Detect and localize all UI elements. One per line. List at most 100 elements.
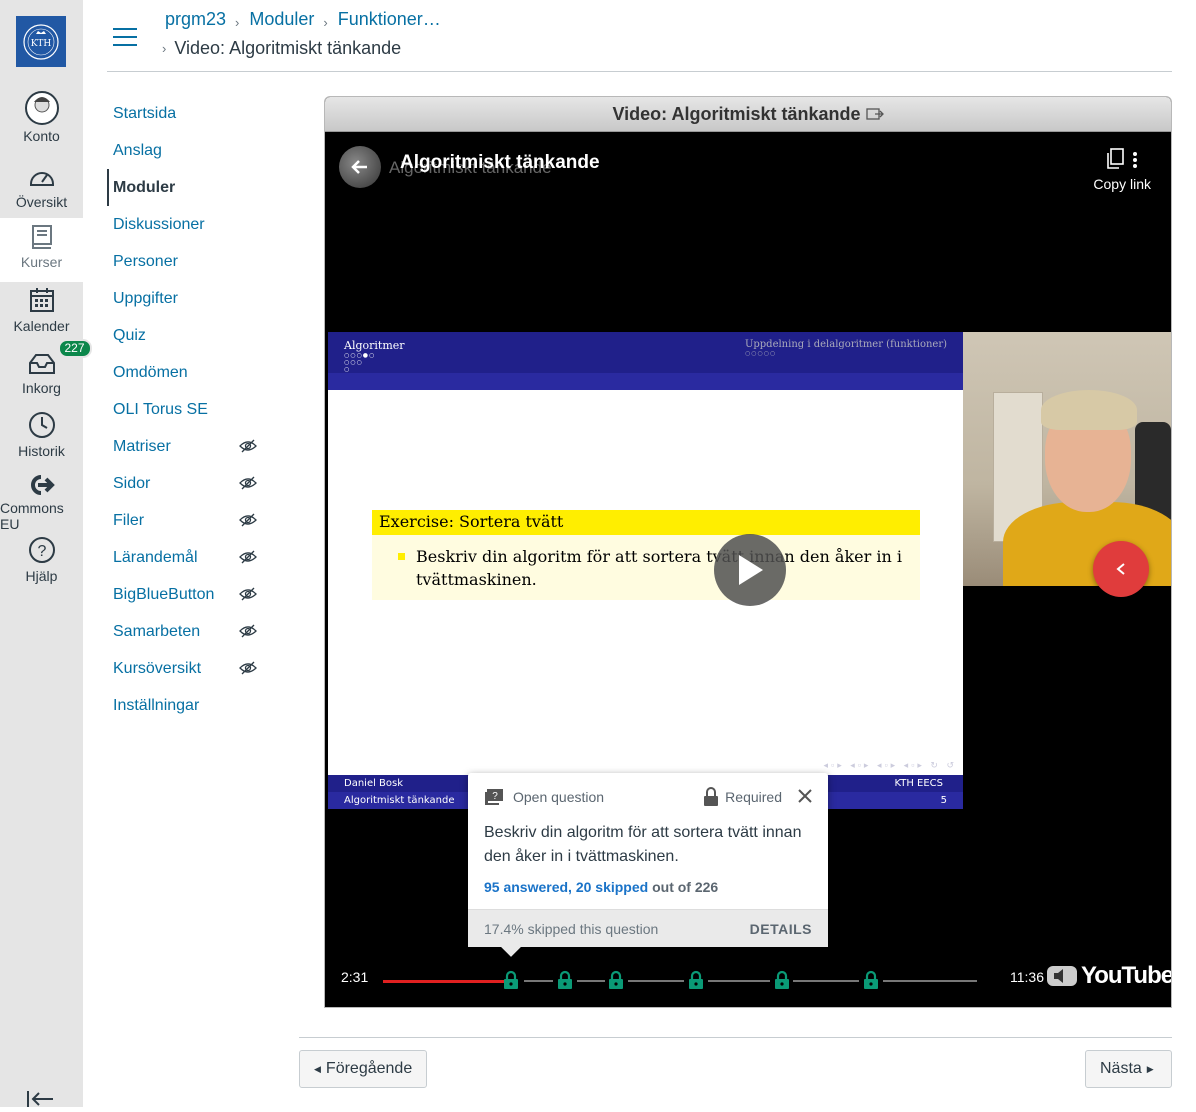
answered-link[interactable]: 95 answered, 20 skipped [484, 879, 648, 895]
course-nav-item[interactable]: OLI Torus SE [107, 391, 267, 428]
breadcrumb-course[interactable]: prgm23 [165, 9, 226, 30]
player-controls: 2:31 11:36 YouTube [325, 962, 1171, 998]
nav-history[interactable]: Historik [0, 409, 83, 469]
hidden-eye-icon [239, 476, 257, 490]
copy-link-label: Copy link [1093, 176, 1151, 192]
course-nav-label: Kursöversikt [113, 659, 202, 677]
breadcrumb-section[interactable]: Funktioner… [338, 9, 441, 30]
course-nav-label: Startsida [113, 104, 177, 122]
progress-played [383, 979, 510, 983]
slide-title: Algoritmiskt tänkande [344, 795, 455, 806]
course-nav-item[interactable]: Quiz [107, 317, 267, 354]
course-menu-toggle[interactable] [113, 28, 137, 46]
svg-text:KTH: KTH [31, 39, 52, 49]
course-nav-label: Quiz [113, 326, 146, 344]
course-nav-label: Moduler [113, 178, 176, 196]
course-nav-item[interactable]: Diskussioner [107, 206, 267, 243]
back-arrow-icon[interactable] [339, 146, 381, 188]
nav-calendar[interactable]: Kalender [0, 284, 83, 344]
nav-commons[interactable]: Commons EU [0, 472, 83, 532]
course-nav-item[interactable]: BigBlueButton [107, 576, 267, 613]
question-lock-icon[interactable] [687, 970, 705, 990]
close-icon[interactable] [798, 786, 812, 809]
course-nav-label: OLI Torus SE [113, 400, 208, 418]
commons-icon [24, 472, 60, 498]
course-nav-item[interactable]: Matriser [107, 428, 267, 465]
progress-segment [707, 980, 770, 982]
course-nav-item[interactable]: Personer [107, 243, 267, 280]
duration: 11:36 [1010, 969, 1044, 985]
question-icon: ? [485, 789, 503, 805]
beamer-nav-icons: ◂▫▸ ◂▫▸ ◂▫▸ ◂▫▸ ↻ ↺ [823, 760, 957, 770]
course-nav: Startsida Anslag Moduler Diskussioner Person… [107, 95, 267, 724]
question-lock-icon[interactable] [773, 970, 791, 990]
breadcrumb-modules[interactable]: Moduler [249, 9, 314, 30]
course-nav-item[interactable]: Inställningar [107, 687, 267, 724]
help-icon: ? [24, 534, 60, 566]
skipped-note: 17.4% skipped this question [484, 920, 659, 937]
course-nav-item[interactable]: Lärandemål [107, 539, 267, 576]
play-icon[interactable] [714, 534, 786, 606]
nav-courses[interactable]: Kurser [0, 218, 83, 282]
previous-button[interactable]: ◀ Föregående [299, 1050, 428, 1088]
video-frame-title: Video: Algoritmiskt tänkande [325, 97, 1171, 132]
course-nav-label: Sidor [113, 474, 151, 492]
course-nav-item[interactable]: Filer [107, 502, 267, 539]
question-lock-icon[interactable] [862, 970, 880, 990]
next-button[interactable]: Nästa ▶ [1085, 1050, 1172, 1088]
nav-help[interactable]: ? Hjälp [0, 534, 83, 594]
progress-segment [577, 980, 605, 982]
external-link-icon[interactable] [865, 107, 884, 121]
previous-label: Föregående [325, 1060, 413, 1077]
chevron-right-icon: › [323, 14, 328, 30]
progress-segment [628, 980, 685, 982]
course-nav-item[interactable]: Moduler [107, 169, 267, 206]
course-nav-item[interactable]: Uppgifter [107, 280, 267, 317]
course-nav-label: Lärandemål [113, 548, 198, 566]
svg-text:?: ? [492, 791, 498, 802]
slide-progress-dots: ○○○●○ ○○○ ○ [344, 352, 376, 373]
course-nav-item[interactable]: Sidor [107, 465, 267, 502]
breadcrumb-current: Video: Algoritmiskt tänkande [174, 38, 402, 58]
course-nav-label: Matriser [113, 437, 171, 455]
nav-inbox[interactable]: 227 Inkorg [0, 339, 92, 408]
youtube-wordmark: YouTube [1081, 962, 1172, 989]
progress-bar[interactable] [383, 970, 977, 989]
details-button[interactable]: DETAILS [750, 921, 812, 937]
course-nav-item[interactable]: Anslag [107, 132, 267, 169]
kth-logo[interactable]: KTH [16, 16, 66, 67]
question-popup: ? Open question Required Beskriv din alg… [468, 773, 828, 957]
question-lock-icon[interactable] [556, 970, 574, 990]
course-nav-item[interactable]: Samarbeten [107, 613, 267, 650]
more-vertical-icon[interactable] [1132, 148, 1138, 170]
question-lock-icon[interactable] [607, 970, 625, 990]
youtube-logo[interactable]: YouTube [1047, 962, 1172, 990]
exercise-text: Beskriv din algoritm för att sortera tvä… [416, 547, 902, 589]
history-icon [24, 409, 60, 441]
copy-link-button[interactable]: Copy link [1093, 148, 1151, 192]
volume-icon[interactable] [1047, 964, 1077, 988]
video-player[interactable]: Algoritmiskt tänkande Algoritmiskt tänka… [325, 132, 1171, 1007]
hidden-eye-icon [239, 439, 257, 453]
question-lock-icon[interactable] [502, 970, 520, 990]
nav-account[interactable]: Konto [0, 90, 83, 150]
inbox-icon: 227 [24, 339, 92, 378]
hidden-eye-icon [239, 550, 257, 564]
hidden-eye-icon [239, 587, 257, 601]
caret-right-icon: ▶ [1146, 1063, 1154, 1074]
video-frame-title-text: Video: Algoritmiskt tänkande [612, 103, 861, 124]
lock-icon [704, 787, 719, 806]
player-title[interactable]: Algoritmiskt tänkande [400, 152, 600, 174]
course-nav-item[interactable]: Omdömen [107, 354, 267, 391]
nav-dashboard[interactable]: Översikt [0, 162, 83, 222]
caret-left-icon: ◀ [314, 1063, 321, 1074]
chevron-left-icon[interactable] [1093, 541, 1149, 597]
slide-page: 5 [940, 795, 947, 806]
required-label: Required [725, 789, 782, 805]
collapse-nav-icon[interactable] [26, 1089, 56, 1107]
nav-label: Inkorg [22, 380, 61, 396]
progress-segment [793, 980, 859, 982]
course-nav-item[interactable]: Kursöversikt [107, 650, 267, 687]
course-nav-item[interactable]: Startsida [107, 95, 267, 132]
copy-icon [1107, 148, 1125, 169]
